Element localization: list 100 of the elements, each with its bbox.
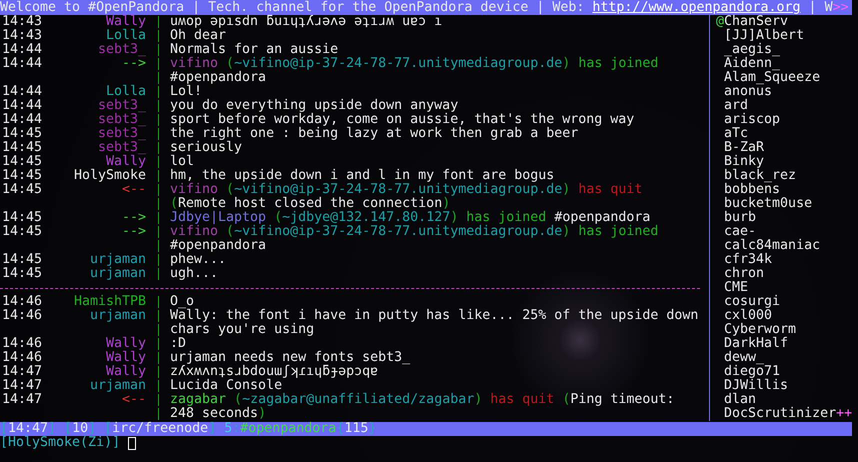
timestamp: 14:44 [2, 43, 42, 57]
nick-label: sebt3_ [98, 141, 146, 155]
timestamp: 14:46 [2, 337, 42, 351]
nick-list-item[interactable]: black_rez [716, 169, 852, 183]
join-arrow: --> [122, 225, 146, 241]
nick-list-item[interactable]: diego71 [716, 365, 852, 379]
nick-list-item[interactable]: DJWillis [716, 379, 852, 393]
join-arrow: --> [122, 211, 146, 225]
timestamp: 14:45 [2, 267, 42, 281]
nick-list-item[interactable]: bucketm0use [716, 197, 852, 211]
timestamp: 14:46 [2, 309, 42, 325]
timestamp: 14:47 [2, 365, 42, 379]
nick-list-item[interactable]: deww_ [716, 351, 852, 365]
nick-label: sebt3_ [98, 127, 146, 141]
nick-list-item[interactable]: chron [716, 267, 852, 281]
nick-label: urjaman [90, 309, 146, 325]
nick-list-item[interactable]: cosurgi [716, 295, 852, 309]
nick-list-item[interactable]: @ChanServ [716, 15, 852, 29]
message-text: Jdbye|Laptop (~jdbye@132.147.80.127) has joined #openpandora [170, 211, 650, 225]
timestamp: 14:46 [2, 295, 42, 309]
timestamp: 14:45 [2, 155, 42, 169]
message-text: Lol! [170, 85, 202, 99]
message-text: lol [170, 155, 196, 169]
nick-label: Wally [106, 351, 146, 365]
timestamp: 14:47 [2, 379, 42, 393]
timestamp: 14:44 [2, 113, 42, 127]
message-text: hm, the upside down i and l in my font are bogus [170, 169, 554, 183]
join-arrow: --> [122, 57, 146, 73]
nick-label: sebt3_ [98, 99, 146, 113]
nick-list-item[interactable]: ariscop [716, 113, 852, 127]
timestamp: 14:45 [2, 253, 42, 267]
nick-list-item[interactable]: [JJ]Albert [716, 29, 852, 43]
nick-list-item[interactable]: aTc [716, 127, 852, 141]
message-text: uʍop ǝpısdn ƃuıɥʇʎɹǝʌǝ ǝʇıɹʍ uɐɔ ı [170, 15, 444, 29]
nick-list-item[interactable]: ard [716, 99, 852, 113]
message-text: zagabar (~zagabar@unaffiliated/zagabar) has quit (Ping timeout: 248 seconds) [170, 393, 676, 421]
nick-list-item[interactable]: Aidenn_ [716, 57, 852, 71]
message-text: O_o [170, 295, 194, 309]
timestamp: 14:44 [2, 57, 42, 73]
timestamp: 14:44 [2, 99, 42, 113]
nick-list-item[interactable]: _aegis_ [716, 43, 852, 57]
nick-list-item[interactable]: burb [716, 211, 852, 225]
nick-label: urjaman [90, 253, 146, 267]
nick-list-item[interactable]: calc84maniac [716, 239, 852, 253]
quit-arrow: <-- [122, 183, 146, 199]
message-text: :D [170, 337, 186, 351]
nick-list-item[interactable]: anonus [716, 85, 852, 99]
nick-list-item[interactable]: CME [716, 281, 852, 295]
message-text: urjaman needs new fonts sebt3_ [170, 351, 412, 365]
nick-list-item[interactable]: Alam_Squeeze [716, 71, 852, 85]
timestamp: 14:45 [2, 211, 42, 225]
nick-label: Wally [106, 337, 146, 351]
message-text: vifino (~vifino@ip-37-24-78-77.unitymediagroup.de) has quit (Remote host closed the connection) [170, 183, 642, 211]
nick-list-item[interactable]: bobbens [716, 183, 852, 197]
nick-list-item[interactable]: Cyberworm [716, 323, 852, 337]
timestamp: 14:44 [2, 85, 42, 99]
nick-label: urjaman [90, 267, 146, 281]
nick-list-item[interactable]: dlan [716, 393, 852, 407]
nick-list-item[interactable]: B-ZaR [716, 141, 852, 155]
message-text: Oh dear [170, 29, 228, 43]
timestamp: 14:45 [2, 127, 42, 141]
nick-list-item[interactable]: DarkHalf [716, 337, 852, 351]
timestamp: 14:45 [2, 183, 42, 199]
message-text: Lucida Console [170, 379, 282, 393]
nick-label: sebt3_ [98, 113, 146, 127]
nick-label: HamishTPB [74, 295, 146, 309]
nick-list-item[interactable]: cae- [716, 225, 852, 239]
message-text: Wally: the font i have in putty has like... 25% of the upside down chars you're using [170, 309, 698, 337]
timestamp: 14:45 [2, 141, 42, 155]
status-bar: [14:47] [10] [irc/freenode] 5:#openpandora{115} [0, 422, 852, 436]
message-text: zʎxʍʌnʇsɹbdouɯʃʞɾıɥƃɟǝpɔqɐ [170, 365, 378, 379]
nick-label: sebt3_ [98, 43, 146, 57]
nick-label: Wally [106, 155, 146, 169]
message-text: you do everything upside down anyway [170, 99, 458, 113]
nick-label: urjaman [90, 379, 146, 393]
timestamp: 14:47 [2, 393, 42, 409]
input-prompt: [HolySmoke(Zi)] [0, 436, 120, 450]
nick-list-item[interactable]: cxl000 [716, 309, 852, 323]
nick-label: Wally [106, 15, 146, 29]
message-text: sport before workday, come on aussie, that's the wrong way [170, 113, 636, 127]
nick-list-item[interactable]: DocScrutinizer++ [716, 407, 852, 421]
nick-list-item[interactable]: Binky [716, 155, 852, 169]
timestamp: 14:46 [2, 351, 42, 365]
text-cursor[interactable] [128, 436, 136, 450]
channel-topic-bar: Welcome to #OpenPandora | Tech. channel for the OpenPandora device | Web: http://www.openpandora.org | W>> [0, 0, 852, 15]
message-text: vifino (~vifino@ip-37-24-78-77.unitymediagroup.de) has joined #openpandora [170, 57, 660, 85]
nick-label: Lolla [106, 85, 146, 99]
message-text: phew... [170, 253, 228, 267]
message-text: seriously [170, 141, 244, 155]
nick-label: HolySmoke [74, 169, 146, 183]
nick-list-item[interactable]: cfr34k [716, 253, 852, 267]
timestamp: 14:45 [2, 169, 42, 183]
message-text: ugh... [170, 267, 220, 281]
timestamp: 14:43 [2, 15, 42, 29]
nick-label: Wally [106, 365, 146, 379]
quit-arrow: <-- [122, 393, 146, 409]
timestamp: 14:43 [2, 29, 42, 43]
message-text: the right one : being lazy at work then grab a beer [170, 127, 580, 141]
timestamp: 14:45 [2, 225, 42, 241]
message-text: Normals for an aussie [170, 43, 338, 57]
